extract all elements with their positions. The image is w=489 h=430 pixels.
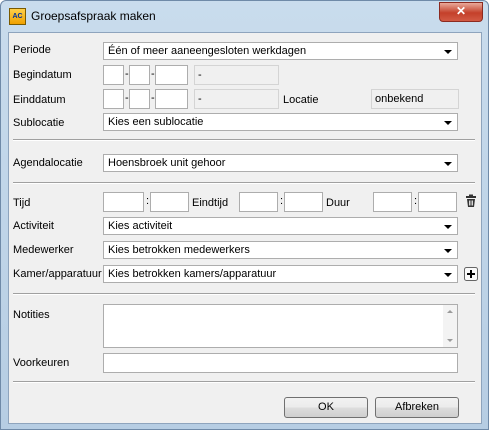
medewerker-value: Kies betrokken medewerkers xyxy=(108,244,250,256)
close-button[interactable]: ✕ xyxy=(439,2,483,22)
chevron-down-icon xyxy=(444,50,452,54)
agendalocatie-value: Hoensbroek unit gehoor xyxy=(108,157,226,169)
einddatum-month-input[interactable] xyxy=(129,89,150,109)
divider xyxy=(13,293,475,295)
title-bar[interactable]: AC Groepsafspraak maken ✕ xyxy=(1,1,488,32)
divider xyxy=(13,182,475,184)
app-icon: AC xyxy=(9,8,26,25)
kamer-label: Kamer/apparatuur xyxy=(13,268,102,280)
begindatum-day-input[interactable] xyxy=(103,65,124,85)
voorkeuren-input[interactable] xyxy=(103,353,458,373)
medewerker-select[interactable]: Kies betrokken medewerkers xyxy=(103,241,458,259)
periode-label: Periode xyxy=(13,44,51,56)
notities-scrollbar[interactable] xyxy=(443,305,457,347)
duur-label: Duur xyxy=(326,197,350,209)
sublocatie-value: Kies een sublocatie xyxy=(108,116,204,128)
voorkeuren-label: Voorkeuren xyxy=(13,357,70,369)
form-panel: Periode Één of meer aaneengesloten werkd… xyxy=(8,32,482,424)
tijd-minute-input[interactable] xyxy=(150,192,189,212)
activiteit-select[interactable]: Kies activiteit xyxy=(103,217,458,235)
einddatum-day-input[interactable] xyxy=(103,89,124,109)
scroll-down-icon[interactable] xyxy=(447,339,453,342)
time-separator: : xyxy=(414,195,418,207)
duur-minute-input[interactable] xyxy=(418,192,457,212)
sublocatie-label: Sublocatie xyxy=(13,117,65,129)
begindatum-year-input[interactable] xyxy=(155,65,188,85)
sublocatie-select[interactable]: Kies een sublocatie xyxy=(103,113,458,131)
einddatum-year-input[interactable] xyxy=(155,89,188,109)
trash-icon[interactable] xyxy=(464,194,478,208)
activiteit-label: Activiteit xyxy=(13,220,54,232)
eindtijd-hour-input[interactable] xyxy=(239,192,278,212)
divider xyxy=(13,381,475,383)
ok-button[interactable]: OK xyxy=(284,397,368,418)
window-title: Groepsafspraak maken xyxy=(31,9,156,23)
divider xyxy=(13,139,475,141)
duur-hour-input[interactable] xyxy=(373,192,412,212)
time-separator: : xyxy=(146,195,150,207)
locatie-label: Locatie xyxy=(283,94,319,106)
agendalocatie-select[interactable]: Hoensbroek unit gehoor xyxy=(103,154,458,172)
medewerker-label: Medewerker xyxy=(13,244,74,256)
chevron-down-icon xyxy=(444,121,452,125)
cancel-button[interactable]: Afbreken xyxy=(375,397,459,418)
notities-textarea[interactable] xyxy=(103,304,458,348)
begindatum-label: Begindatum xyxy=(13,69,72,81)
time-separator: : xyxy=(280,195,284,207)
begindatum-weekday-field: - xyxy=(194,65,279,85)
einddatum-label: Einddatum xyxy=(13,94,66,106)
tijd-label: Tijd xyxy=(13,197,31,209)
agendalocatie-label: Agendalocatie xyxy=(13,157,83,169)
eindtijd-minute-input[interactable] xyxy=(284,192,323,212)
kamer-value: Kies betrokken kamers/apparatuur xyxy=(108,268,277,280)
chevron-down-icon xyxy=(444,225,452,229)
scroll-up-icon[interactable] xyxy=(447,310,453,313)
dialog-window: AC Groepsafspraak maken ✕ Periode Één of… xyxy=(0,0,489,430)
periode-select[interactable]: Één of meer aaneengesloten werkdagen xyxy=(103,42,458,60)
chevron-down-icon xyxy=(444,249,452,253)
locatie-field: onbekend xyxy=(371,89,459,109)
begindatum-month-input[interactable] xyxy=(129,65,150,85)
kamer-select[interactable]: Kies betrokken kamers/apparatuur xyxy=(103,265,458,283)
eindtijd-label: Eindtijd xyxy=(192,197,229,209)
activiteit-value: Kies activiteit xyxy=(108,220,173,232)
chevron-down-icon xyxy=(444,162,452,166)
einddatum-weekday-field: - xyxy=(194,89,279,109)
notities-label: Notities xyxy=(13,309,50,321)
tijd-hour-input[interactable] xyxy=(103,192,144,212)
chevron-down-icon xyxy=(444,273,452,277)
periode-value: Één of meer aaneengesloten werkdagen xyxy=(108,45,307,57)
plus-icon[interactable] xyxy=(464,267,478,281)
